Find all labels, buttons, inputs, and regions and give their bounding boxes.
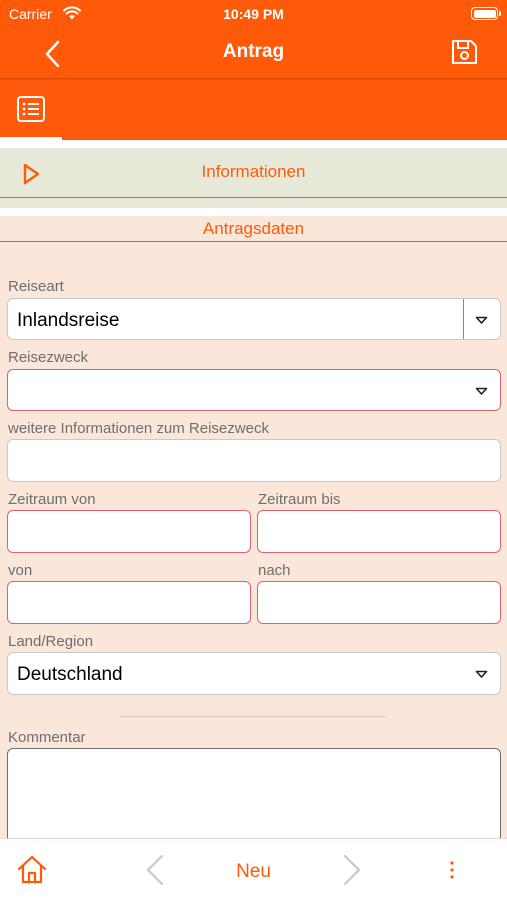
- tab-strip: [0, 81, 507, 140]
- bottom-toolbar: Neu: [0, 838, 507, 900]
- kommentar-label: Kommentar: [8, 729, 86, 746]
- land-region-value: Deutschland: [17, 664, 123, 685]
- tab-list-view[interactable]: [0, 81, 62, 140]
- section-band: [0, 199, 507, 208]
- von-label: von: [8, 562, 33, 579]
- dropdown-arrow-icon: [475, 670, 488, 678]
- zeitraum-bis-label: Zeitraum bis: [258, 491, 341, 508]
- clock: 10:49 PM: [223, 6, 284, 22]
- new-button-wrap: Neu: [0, 861, 507, 883]
- reiseart-value: Inlandsreise: [17, 310, 120, 331]
- more-dots-icon[interactable]: [447, 859, 457, 881]
- von-input[interactable]: [7, 581, 251, 624]
- dropdown-arrow-icon: [475, 387, 488, 395]
- land-region-label: Land/Region: [8, 633, 94, 650]
- dropdown-arrow-icon: [475, 316, 488, 324]
- status-bar: Carrier 10:49 PM: [0, 0, 507, 28]
- list-icon: [17, 96, 45, 122]
- page-title: Antrag: [222, 41, 285, 62]
- navigation-bar: Antrag: [0, 28, 507, 78]
- reisezweck-label: Reisezweck: [8, 349, 89, 366]
- informationen-title: Informationen: [201, 162, 306, 181]
- kommentar-textarea[interactable]: [7, 748, 501, 848]
- top-header: Carrier 10:49 PM Antrag: [0, 0, 507, 140]
- battery-icon: [471, 7, 501, 20]
- divider: [120, 716, 386, 717]
- zeitraum-von-input[interactable]: [7, 510, 251, 553]
- reiseart-label: Reiseart: [8, 278, 64, 295]
- zeitraum-von-label: Zeitraum von: [8, 491, 96, 508]
- next-chevron-icon[interactable]: [340, 853, 364, 887]
- land-region-select[interactable]: Deutschland: [7, 652, 501, 695]
- zeitraum-bis-input[interactable]: [257, 510, 501, 553]
- reisezweck-select[interactable]: [7, 369, 501, 411]
- nach-input[interactable]: [257, 581, 501, 624]
- antragsdaten-title: Antragsdaten: [0, 216, 507, 242]
- new-button[interactable]: Neu: [236, 861, 271, 882]
- reiseart-select[interactable]: Inlandsreise: [7, 298, 501, 340]
- purpose-info-label: weitere Informationen zum Reisezweck: [8, 420, 269, 437]
- informationen-section-header[interactable]: Informationen: [0, 148, 507, 198]
- nach-label: nach: [258, 562, 291, 579]
- select-separator: [463, 299, 464, 339]
- spacer: [0, 208, 507, 216]
- purpose-info-input[interactable]: [7, 439, 501, 482]
- save-icon[interactable]: [449, 37, 479, 67]
- spacer: [0, 140, 507, 148]
